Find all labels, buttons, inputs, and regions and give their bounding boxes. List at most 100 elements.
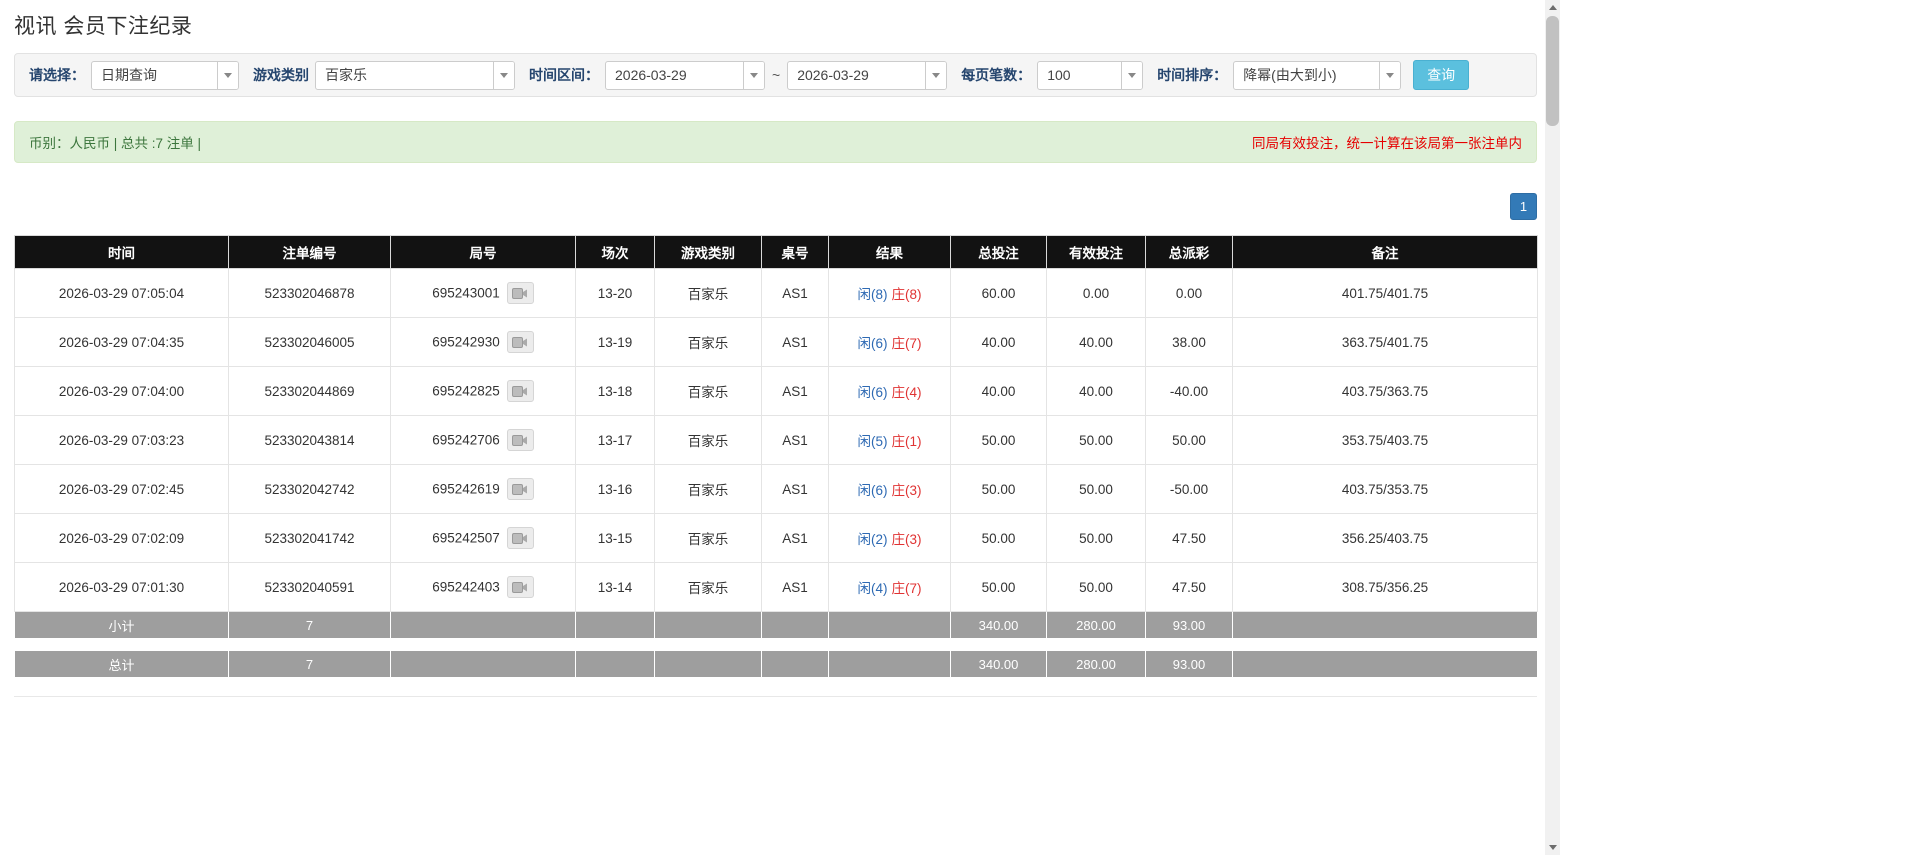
round-number: 695242930 bbox=[432, 334, 500, 350]
column-header-total-bet: 总投注 bbox=[950, 235, 1047, 269]
date-from-value[interactable]: 2026-03-29 bbox=[606, 62, 743, 89]
video-camera-icon[interactable] bbox=[506, 331, 534, 353]
query-type-label: 请选择： bbox=[29, 67, 85, 83]
column-header-time: 时间 bbox=[14, 235, 229, 269]
total-count: 7 bbox=[228, 650, 391, 678]
banker-result: 庄(7) bbox=[891, 581, 922, 596]
scroll-up-button[interactable] bbox=[1545, 0, 1560, 15]
table-row: 2026-03-29 07:03:23 523302043814 6952427… bbox=[14, 415, 1538, 465]
game-type-select[interactable]: 百家乐 bbox=[315, 60, 515, 90]
remark-cell: 403.75/353.75 bbox=[1232, 464, 1538, 514]
player-result: 闲(8) bbox=[857, 287, 888, 302]
remark-cell: 356.25/403.75 bbox=[1232, 513, 1538, 563]
total-bet-cell[interactable]: 50.00 bbox=[950, 513, 1047, 563]
video-camera-icon[interactable] bbox=[506, 527, 534, 549]
column-header-valid-bet: 有效投注 bbox=[1046, 235, 1146, 269]
total-bet-cell[interactable]: 50.00 bbox=[950, 415, 1047, 465]
table-row: 2026-03-29 07:04:35 523302046005 6952429… bbox=[14, 317, 1538, 367]
result-cell: 闲(2) 庄(3) bbox=[828, 513, 951, 563]
banker-result: 庄(3) bbox=[891, 532, 922, 547]
chevron-down-icon[interactable] bbox=[217, 61, 238, 89]
total-valid-bet: 280.00 bbox=[1046, 650, 1146, 678]
total-bet-cell[interactable]: 40.00 bbox=[950, 317, 1047, 367]
chevron-down-icon[interactable] bbox=[925, 61, 947, 89]
table-no-cell: AS1 bbox=[761, 464, 829, 514]
game-type-value[interactable]: 百家乐 bbox=[316, 62, 493, 89]
video-camera-icon[interactable] bbox=[506, 478, 534, 500]
time-cell: 2026-03-29 07:04:00 bbox=[14, 366, 229, 416]
valid-bet-cell: 50.00 bbox=[1046, 513, 1146, 563]
table-no-cell: AS1 bbox=[761, 513, 829, 563]
total-bet-cell[interactable]: 50.00 bbox=[950, 464, 1047, 514]
date-to-value[interactable]: 2026-03-29 bbox=[788, 62, 925, 89]
game-type-label: 游戏类别 bbox=[253, 67, 309, 83]
video-camera-icon[interactable] bbox=[506, 429, 534, 451]
vertical-scrollbar[interactable] bbox=[1545, 0, 1560, 855]
table-body: 2026-03-29 07:05:04 523302046878 6952430… bbox=[14, 268, 1538, 612]
sort-select[interactable]: 降幂(由大到小) bbox=[1233, 60, 1402, 90]
table-no-cell: AS1 bbox=[761, 562, 829, 612]
bet-id-cell: 523302042742 bbox=[228, 464, 391, 514]
bet-id-cell: 523302046878 bbox=[228, 268, 391, 318]
session-cell: 13-19 bbox=[575, 317, 655, 367]
scroll-down-button[interactable] bbox=[1545, 840, 1560, 855]
result-cell: 闲(6) 庄(4) bbox=[828, 366, 951, 416]
payout-cell: 47.50 bbox=[1145, 562, 1233, 612]
session-cell: 13-20 bbox=[575, 268, 655, 318]
player-result: 闲(6) bbox=[857, 483, 888, 498]
chevron-down-icon[interactable] bbox=[1379, 61, 1401, 89]
round-cell: 695242930 bbox=[390, 317, 576, 367]
triangle-down-icon bbox=[1548, 845, 1557, 850]
round-number: 695242706 bbox=[432, 432, 500, 448]
summary-note: 同局有效投注，统一计算在该局第一张注单内 bbox=[1252, 136, 1522, 151]
video-camera-icon[interactable] bbox=[506, 380, 534, 402]
result-cell: 闲(6) 庄(3) bbox=[828, 464, 951, 514]
subtotal-valid-bet: 280.00 bbox=[1046, 611, 1146, 639]
range-separator: ~ bbox=[772, 67, 781, 83]
subtotal-row: 小计 7 340.00 280.00 93.00 bbox=[14, 611, 1538, 639]
session-cell: 13-17 bbox=[575, 415, 655, 465]
player-result: 闲(6) bbox=[857, 385, 888, 400]
valid-bet-cell: 0.00 bbox=[1046, 268, 1146, 318]
video-camera-icon[interactable] bbox=[506, 282, 534, 304]
page-size-value[interactable]: 100 bbox=[1038, 62, 1121, 89]
page-button-1[interactable]: 1 bbox=[1510, 193, 1537, 220]
result-cell: 闲(4) 庄(7) bbox=[828, 562, 951, 612]
page-title: 视讯 会员下注纪录 bbox=[14, 15, 193, 38]
chevron-down-icon[interactable] bbox=[1121, 61, 1143, 89]
round-cell: 695242706 bbox=[390, 415, 576, 465]
column-header-payout: 总派彩 bbox=[1145, 235, 1233, 269]
session-cell: 13-16 bbox=[575, 464, 655, 514]
total-bet-cell[interactable]: 60.00 bbox=[950, 268, 1047, 318]
query-type-select[interactable]: 日期查询 bbox=[91, 60, 239, 90]
table-row: 2026-03-29 07:05:04 523302046878 6952430… bbox=[14, 268, 1538, 318]
search-button[interactable]: 查询 bbox=[1413, 60, 1470, 90]
pagination: 1 bbox=[14, 193, 1537, 220]
total-bet-cell[interactable]: 40.00 bbox=[950, 366, 1047, 416]
time-cell: 2026-03-29 07:05:04 bbox=[14, 268, 229, 318]
subtotal-count: 7 bbox=[228, 611, 391, 639]
video-camera-icon[interactable] bbox=[506, 576, 534, 598]
triangle-up-icon bbox=[1548, 5, 1557, 10]
table-row: 2026-03-29 07:02:09 523302041742 6952425… bbox=[14, 513, 1538, 563]
date-from-select[interactable]: 2026-03-29 bbox=[605, 60, 765, 90]
query-type-value[interactable]: 日期查询 bbox=[92, 62, 217, 89]
sort-value[interactable]: 降幂(由大到小) bbox=[1234, 62, 1379, 89]
subtotal-total-bet: 340.00 bbox=[950, 611, 1047, 639]
scrollbar-thumb[interactable] bbox=[1546, 16, 1559, 126]
chevron-down-icon[interactable] bbox=[743, 61, 764, 89]
time-cell: 2026-03-29 07:04:35 bbox=[14, 317, 229, 367]
table-no-cell: AS1 bbox=[761, 268, 829, 318]
total-row: 总计 7 340.00 280.00 93.00 bbox=[14, 650, 1538, 678]
total-bet-cell[interactable]: 50.00 bbox=[950, 562, 1047, 612]
table-footer: 小计 7 340.00 280.00 93.00 总计 7 340.00 280… bbox=[14, 611, 1538, 678]
date-to-select[interactable]: 2026-03-29 bbox=[787, 60, 948, 90]
chevron-down-icon[interactable] bbox=[493, 61, 514, 89]
banker-result: 庄(4) bbox=[891, 385, 922, 400]
valid-bet-cell: 50.00 bbox=[1046, 415, 1146, 465]
valid-bet-cell: 40.00 bbox=[1046, 317, 1146, 367]
time-cell: 2026-03-29 07:02:09 bbox=[14, 513, 229, 563]
player-result: 闲(2) bbox=[857, 532, 888, 547]
page-size-select[interactable]: 100 bbox=[1037, 60, 1144, 90]
column-header-round: 局号 bbox=[390, 235, 576, 269]
